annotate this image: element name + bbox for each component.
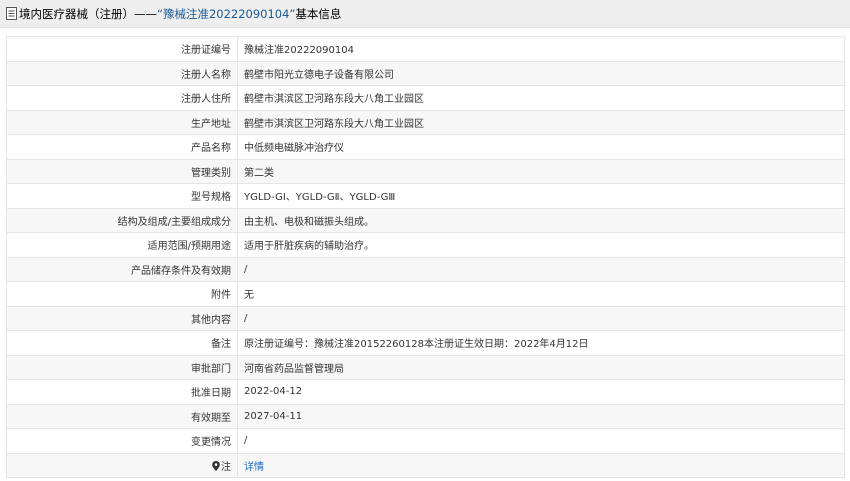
row-label: 适用范围/预期用途 (6, 232, 238, 258)
table-row: 注册人住所 鹤壁市淇滨区卫河路东段大八角工业园区 (6, 85, 845, 111)
table-row: 审批部门 河南省药品监督管理局 (6, 354, 845, 380)
title-registration-number: “豫械注准20222090104” (157, 6, 296, 21)
row-label: 附件 (6, 281, 238, 307)
table-row: 备注 原注册证编号：豫械注准20152260128本注册证生效日期：2022年4… (6, 330, 845, 356)
row-value: 第二类 (237, 158, 845, 184)
row-label: 管理类别 (6, 158, 238, 184)
row-value: / (237, 428, 845, 454)
row-label: 产品储存条件及有效期 (6, 256, 238, 282)
table-row: 产品储存条件及有效期 / (6, 256, 845, 282)
row-value: 由主机、电极和磁振头组成。 (237, 207, 845, 233)
row-value: 河南省药品监督管理局 (237, 354, 845, 380)
row-label: 备注 (6, 330, 238, 356)
row-value: 2027-04-11 (237, 403, 845, 429)
row-value: 2022-04-12 (237, 379, 845, 405)
info-table: 注册证编号 豫械注准20222090104 注册人名称 鹤壁市阳光立德电子设备有… (6, 36, 845, 478)
row-value: 中低频电磁脉冲治疗仪 (237, 134, 845, 160)
row-value: 原注册证编号：豫械注准20152260128本注册证生效日期：2022年4月12… (237, 330, 845, 356)
row-label: 生产地址 (6, 109, 238, 135)
row-label: 注册人住所 (6, 85, 238, 111)
location-pin-icon (212, 460, 220, 471)
table-row: 附件 无 (6, 281, 845, 307)
row-value: 鹤壁市淇滨区卫河路东段大八角工业园区 (237, 85, 845, 111)
details-link[interactable]: 详情 (244, 462, 264, 473)
row-label: 型号规格 (6, 183, 238, 209)
row-label: 其他内容 (6, 305, 238, 331)
row-label: 变更情况 (6, 428, 238, 454)
row-label: 有效期至 (6, 403, 238, 429)
table-row: 注册人名称 鹤壁市阳光立德电子设备有限公司 (6, 60, 845, 86)
table-row: 变更情况 / (6, 428, 845, 454)
table-row: 型号规格 YGLD-GⅠ、YGLD-GⅡ、YGLD-GⅢ (6, 183, 845, 209)
table-row: 结构及组成/主要组成成分 由主机、电极和磁振头组成。 (6, 207, 845, 233)
row-value: 鹤壁市阳光立德电子设备有限公司 (237, 60, 845, 86)
row-label: 产品名称 (6, 134, 238, 160)
table-row: 管理类别 第二类 (6, 158, 845, 184)
row-value: YGLD-GⅠ、YGLD-GⅡ、YGLD-GⅢ (237, 183, 845, 209)
title-suffix: 基本信息 (295, 6, 342, 21)
row-label: 注册证编号 (6, 36, 238, 62)
title-prefix: 境内医疗器械（注册）—— (19, 6, 157, 21)
row-value: 适用于肝脏疾病的辅助治疗。 (237, 232, 845, 258)
table-row: 产品名称 中低频电磁脉冲治疗仪 (6, 134, 845, 160)
note-row: 注 详情 (6, 452, 845, 478)
note-label: 注 (221, 461, 231, 473)
row-value: 无 (237, 281, 845, 307)
note-label-cell: 注 (6, 452, 238, 478)
table-row: 生产地址 鹤壁市淇滨区卫河路东段大八角工业园区 (6, 109, 845, 135)
table-row: 有效期至 2027-04-11 (6, 403, 845, 429)
row-label: 注册人名称 (6, 60, 238, 86)
table-row: 其他内容 / (6, 305, 845, 331)
table-row: 批准日期 2022-04-12 (6, 379, 845, 405)
note-value-cell: 详情 (237, 452, 845, 478)
document-icon (6, 7, 17, 20)
row-label: 审批部门 (6, 354, 238, 380)
row-label: 结构及组成/主要组成成分 (6, 207, 238, 233)
page-title: 境内医疗器械（注册）—— “豫械注准20222090104” 基本信息 (0, 0, 850, 28)
row-value: 豫械注准20222090104 (237, 36, 845, 62)
row-value: 鹤壁市淇滨区卫河路东段大八角工业园区 (237, 109, 845, 135)
row-value: / (237, 256, 845, 282)
table-row: 适用范围/预期用途 适用于肝脏疾病的辅助治疗。 (6, 232, 845, 258)
row-value: / (237, 305, 845, 331)
table-row: 注册证编号 豫械注准20222090104 (6, 36, 845, 62)
row-label: 批准日期 (6, 379, 238, 405)
